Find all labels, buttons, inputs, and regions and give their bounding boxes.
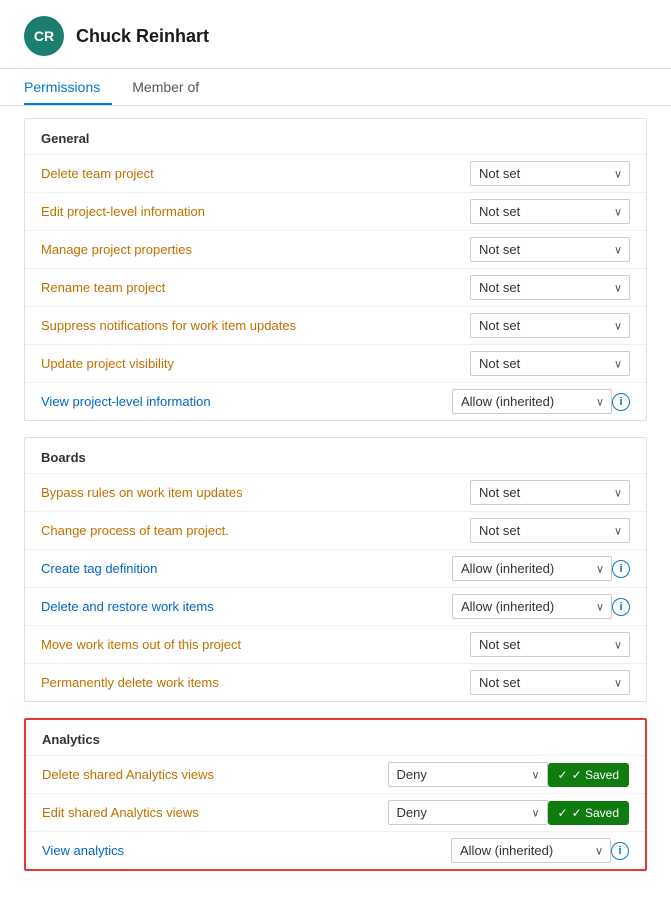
permission-label-move-work-items: Move work items out of this project [41, 637, 470, 652]
permission-row-delete-restore-work-items: Delete and restore work itemsNot setAllo… [25, 587, 646, 625]
permission-label-delete-shared-analytics: Delete shared Analytics views [42, 767, 388, 782]
info-icon-view-project-level[interactable]: i [612, 393, 630, 411]
permission-select-change-process[interactable]: Not setAllowAllow (inherited)DenyDeny (i… [470, 518, 630, 543]
permission-select-rename-team-project[interactable]: Not setAllowAllow (inherited)DenyDeny (i… [470, 275, 630, 300]
saved-badge-edit-shared-analytics: ✓ Saved [548, 801, 629, 825]
info-icon-view-analytics[interactable]: i [611, 842, 629, 860]
permission-label-delete-team-project: Delete team project [41, 166, 470, 181]
permission-select-update-project-visibility[interactable]: Not setAllowAllow (inherited)DenyDeny (i… [470, 351, 630, 376]
select-wrapper-view-project-level: Not setAllowAllow (inherited)DenyDeny (i… [452, 389, 612, 414]
permission-label-change-process: Change process of team project. [41, 523, 470, 538]
permission-select-manage-project-props[interactable]: Not setAllowAllow (inherited)DenyDeny (i… [470, 237, 630, 262]
permission-label-manage-project-props: Manage project properties [41, 242, 470, 257]
permission-label-rename-team-project: Rename team project [41, 280, 470, 295]
section-analytics: AnalyticsDelete shared Analytics viewsNo… [24, 718, 647, 871]
permission-select-delete-restore-work-items[interactable]: Not setAllowAllow (inherited)DenyDeny (i… [452, 594, 612, 619]
info-icon-delete-restore-work-items[interactable]: i [612, 598, 630, 616]
section-general: GeneralDelete team projectNot setAllowAl… [24, 118, 647, 421]
saved-badge-delete-shared-analytics: ✓ Saved [548, 763, 629, 787]
permission-select-delete-shared-analytics[interactable]: Not setAllowAllow (inherited)DenyDeny (i… [388, 762, 548, 787]
permission-row-view-analytics: View analyticsNot setAllowAllow (inherit… [26, 831, 645, 869]
permission-row-update-project-visibility: Update project visibilityNot setAllowAll… [25, 344, 646, 382]
section-boards: BoardsBypass rules on work item updatesN… [24, 437, 647, 702]
permission-label-suppress-notifications: Suppress notifications for work item upd… [41, 318, 470, 333]
permission-label-edit-project-level: Edit project-level information [41, 204, 470, 219]
permission-select-create-tag[interactable]: Not setAllowAllow (inherited)DenyDeny (i… [452, 556, 612, 581]
select-wrapper-move-work-items: Not setAllowAllow (inherited)DenyDeny (i… [470, 632, 630, 657]
select-wrapper-suppress-notifications: Not setAllowAllow (inherited)DenyDeny (i… [470, 313, 630, 338]
permission-select-view-analytics[interactable]: Not setAllowAllow (inherited)DenyDeny (i… [451, 838, 611, 863]
content: GeneralDelete team projectNot setAllowAl… [0, 106, 671, 899]
permission-select-suppress-notifications[interactable]: Not setAllowAllow (inherited)DenyDeny (i… [470, 313, 630, 338]
permission-row-suppress-notifications: Suppress notifications for work item upd… [25, 306, 646, 344]
permission-select-view-project-level[interactable]: Not setAllowAllow (inherited)DenyDeny (i… [452, 389, 612, 414]
tab-permissions[interactable]: Permissions [24, 69, 112, 105]
permission-label-bypass-rules: Bypass rules on work item updates [41, 485, 470, 500]
permission-row-change-process: Change process of team project.Not setAl… [25, 511, 646, 549]
select-wrapper-manage-project-props: Not setAllowAllow (inherited)DenyDeny (i… [470, 237, 630, 262]
user-name: Chuck Reinhart [76, 26, 209, 47]
section-title-analytics: Analytics [26, 720, 645, 755]
permission-select-delete-team-project[interactable]: Not setAllowAllow (inherited)DenyDeny (i… [470, 161, 630, 186]
select-wrapper-rename-team-project: Not setAllowAllow (inherited)DenyDeny (i… [470, 275, 630, 300]
permission-label-create-tag: Create tag definition [41, 561, 452, 576]
select-wrapper-update-project-visibility: Not setAllowAllow (inherited)DenyDeny (i… [470, 351, 630, 376]
select-wrapper-change-process: Not setAllowAllow (inherited)DenyDeny (i… [470, 518, 630, 543]
section-title-general: General [25, 119, 646, 154]
select-wrapper-create-tag: Not setAllowAllow (inherited)DenyDeny (i… [452, 556, 612, 581]
info-icon-create-tag[interactable]: i [612, 560, 630, 578]
permission-row-view-project-level: View project-level informationNot setAll… [25, 382, 646, 420]
permission-row-permanently-delete: Permanently delete work itemsNot setAllo… [25, 663, 646, 701]
permission-row-delete-shared-analytics: Delete shared Analytics viewsNot setAllo… [26, 755, 645, 793]
permission-row-move-work-items: Move work items out of this projectNot s… [25, 625, 646, 663]
select-wrapper-view-analytics: Not setAllowAllow (inherited)DenyDeny (i… [451, 838, 611, 863]
permission-select-edit-shared-analytics[interactable]: Not setAllowAllow (inherited)DenyDeny (i… [388, 800, 548, 825]
permission-label-view-analytics: View analytics [42, 843, 451, 858]
permission-row-bypass-rules: Bypass rules on work item updatesNot set… [25, 473, 646, 511]
select-wrapper-permanently-delete: Not setAllowAllow (inherited)DenyDeny (i… [470, 670, 630, 695]
permission-label-update-project-visibility: Update project visibility [41, 356, 470, 371]
permission-label-delete-restore-work-items: Delete and restore work items [41, 599, 452, 614]
tab-member-of[interactable]: Member of [132, 69, 211, 105]
select-wrapper-delete-shared-analytics: Not setAllowAllow (inherited)DenyDeny (i… [388, 762, 548, 787]
permission-row-delete-team-project: Delete team projectNot setAllowAllow (in… [25, 154, 646, 192]
permission-row-rename-team-project: Rename team projectNot setAllowAllow (in… [25, 268, 646, 306]
permission-select-move-work-items[interactable]: Not setAllowAllow (inherited)DenyDeny (i… [470, 632, 630, 657]
tabs-bar: Permissions Member of [0, 69, 671, 106]
section-title-boards: Boards [25, 438, 646, 473]
permission-label-permanently-delete: Permanently delete work items [41, 675, 470, 690]
permission-select-edit-project-level[interactable]: Not setAllowAllow (inherited)DenyDeny (i… [470, 199, 630, 224]
header: CR Chuck Reinhart [0, 0, 671, 69]
permission-label-edit-shared-analytics: Edit shared Analytics views [42, 805, 388, 820]
select-wrapper-bypass-rules: Not setAllowAllow (inherited)DenyDeny (i… [470, 480, 630, 505]
permission-row-create-tag: Create tag definitionNot setAllowAllow (… [25, 549, 646, 587]
select-wrapper-delete-restore-work-items: Not setAllowAllow (inherited)DenyDeny (i… [452, 594, 612, 619]
select-wrapper-delete-team-project: Not setAllowAllow (inherited)DenyDeny (i… [470, 161, 630, 186]
permission-select-bypass-rules[interactable]: Not setAllowAllow (inherited)DenyDeny (i… [470, 480, 630, 505]
select-wrapper-edit-project-level: Not setAllowAllow (inherited)DenyDeny (i… [470, 199, 630, 224]
permission-row-manage-project-props: Manage project propertiesNot setAllowAll… [25, 230, 646, 268]
select-wrapper-edit-shared-analytics: Not setAllowAllow (inherited)DenyDeny (i… [388, 800, 548, 825]
permission-select-permanently-delete[interactable]: Not setAllowAllow (inherited)DenyDeny (i… [470, 670, 630, 695]
permission-label-view-project-level: View project-level information [41, 394, 452, 409]
permission-row-edit-shared-analytics: Edit shared Analytics viewsNot setAllowA… [26, 793, 645, 831]
permission-row-edit-project-level: Edit project-level informationNot setAll… [25, 192, 646, 230]
avatar: CR [24, 16, 64, 56]
